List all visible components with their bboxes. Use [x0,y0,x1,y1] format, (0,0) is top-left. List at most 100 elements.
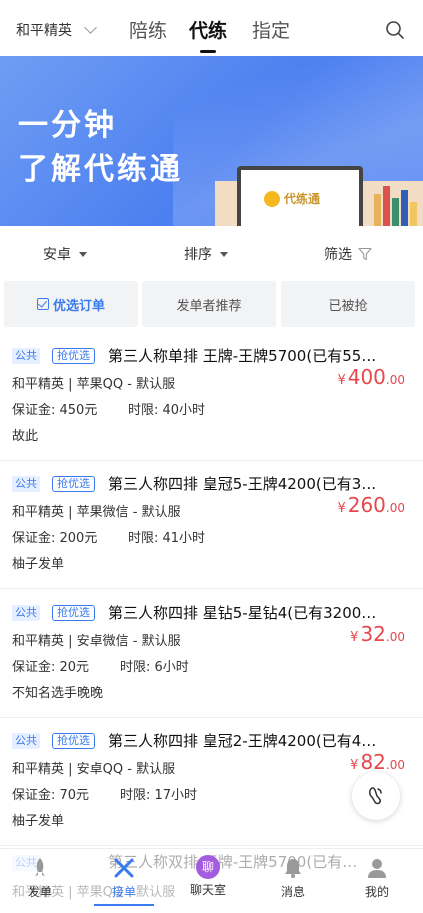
funnel-icon [358,247,372,261]
nav-take-label: 接单 [111,885,136,899]
nav-messages-label: 消息 [280,885,305,899]
price-decimal: .00 [385,373,405,387]
order-price: ¥ 82 .00 [350,750,405,774]
order-price: ¥ 260 .00 [337,493,405,517]
search-icon[interactable] [385,20,405,40]
order-time-limit: 时限: 6小时 [120,660,189,675]
price-integer: 82 [360,750,386,774]
filter-bar: 安卓 排序 筛选 [0,226,423,280]
order-price: ¥ 400 .00 [337,365,405,389]
price-currency: ¥ [350,758,359,773]
order-title: 第三人称单排 王牌-王牌5700(已有55… [108,347,377,365]
order-deposit: 保证金: 200元 [12,531,98,546]
grab-featured-tag: 抢优选 [52,733,95,749]
game-selector-label: 和平精英 [16,23,72,39]
price-decimal: .00 [385,758,405,772]
top-nav: 和平精英 陪练 代练 指定 [0,0,423,56]
segment-featured-label: 优选订单 [52,298,105,314]
segment-recommended-label: 发单者推荐 [176,298,242,314]
banner-headline-1: 一分钟 [18,108,117,143]
rocket-icon [35,858,45,876]
caret-down-icon [79,251,87,257]
screen-filter-label: 筛选 [324,247,352,263]
segment-publisher-recommended[interactable]: 发单者推荐 [142,281,276,327]
tab-companion[interactable]: 陪练 [129,16,167,43]
bottom-tab-bar: 公共 第三人称双排 王牌-王牌5700(已有… 和平精英 | 苹果QQ - 默认… [0,848,423,913]
nav-profile[interactable]: 我的 [347,855,407,900]
order-game-line: 和平精英 | 安卓微信 - 默认服 [12,634,181,649]
segment-taken[interactable]: 已被抢 [281,281,415,327]
price-integer: 260 [347,493,386,517]
platform-filter[interactable]: 安卓 [43,244,87,264]
public-tag: 公共 [12,348,40,364]
chat-badge-icon: 聊 [196,855,220,879]
order-game-line: 和平精英 | 苹果QQ - 默认服 [12,377,176,392]
sort-filter-label: 排序 [184,247,212,263]
grab-featured-tag: 抢优选 [52,348,95,364]
sort-filter[interactable]: 排序 [184,244,228,264]
grab-featured-tag: 抢优选 [52,476,95,492]
nav-publish-label: 发单 [27,885,52,899]
monitor-logo: 代练通 [264,190,320,207]
price-currency: ¥ [337,373,346,388]
order-deposit: 保证金: 70元 [12,788,90,803]
order-price: ¥ 32 .00 [350,622,405,646]
order-item[interactable]: 公共 抢优选 第三人称四排 皇冠5-王牌4200(已有3… 和平精英 | 苹果微… [0,461,423,589]
order-time-limit: 时限: 40小时 [128,403,206,418]
order-note: 故此 [12,429,39,444]
game-selector[interactable]: 和平精英 [16,20,97,40]
crossed-swords-icon [114,858,134,878]
order-item[interactable]: 公共 抢优选 第三人称四排 星钻5-星钻4(已有3200… 和平精英 | 安卓微… [0,590,423,718]
order-title: 第三人称四排 皇冠2-王牌4200(已有4… [108,732,377,750]
price-integer: 400 [347,365,386,389]
nav-chatroom[interactable]: 聊 聊天室 [178,855,238,898]
public-tag: 公共 [12,476,40,492]
floating-footprint-button[interactable] [352,772,400,820]
order-time-limit: 时限: 17小时 [120,788,198,803]
nav-messages[interactable]: 消息 [263,855,323,900]
order-time-limit: 时限: 41小时 [128,531,206,546]
nav-take-order[interactable]: 接单 [94,855,154,906]
public-tag: 公共 [12,605,40,621]
order-note: 柚子发单 [12,557,65,572]
order-title: 第三人称四排 皇冠5-王牌4200(已有3… [108,475,377,493]
tab-designated[interactable]: 指定 [252,16,290,43]
monitor-logo-text: 代练通 [284,192,321,206]
logo-mark-icon [264,190,280,207]
price-integer: 32 [360,622,386,646]
order-deposit: 保证金: 20元 [12,660,90,675]
active-nav-underline [94,904,154,906]
tab-boosting[interactable]: 代练 [189,16,227,43]
checkbox-icon [36,298,49,310]
segment-featured-orders[interactable]: 优选订单 [4,281,138,327]
public-tag: 公共 [12,733,40,749]
nav-publish-order[interactable]: 发单 [10,855,70,900]
nav-profile-label: 我的 [364,885,389,899]
banner-headline-2b: 代练通 [84,152,183,187]
caret-down-icon [220,251,228,257]
books-illustration [372,186,417,226]
footprint-icon [369,787,382,805]
banner-headline-2: 了解代练通 [18,144,183,188]
order-deposit: 保证金: 450元 [12,403,98,418]
order-item[interactable]: 公共 抢优选 第三人称单排 王牌-王牌5700(已有55… 和平精英 | 苹果Q… [0,333,423,461]
order-title: 第三人称四排 星钻5-星钻4(已有3200… [108,604,377,622]
segment-taken-label: 已被抢 [328,298,368,314]
active-tab-indicator [200,50,216,53]
bell-icon [285,859,301,878]
screen-filter[interactable]: 筛选 [324,244,372,264]
user-icon [368,859,386,878]
grab-featured-tag: 抢优选 [52,605,95,621]
price-decimal: .00 [385,630,405,644]
price-currency: ¥ [350,630,359,645]
chevron-down-icon [84,21,97,34]
order-game-line: 和平精英 | 苹果微信 - 默认服 [12,505,181,520]
nav-chatroom-label: 聊天室 [189,883,226,897]
price-currency: ¥ [337,501,346,516]
promo-banner[interactable]: 一分钟 了解代练通 代练通 [0,56,423,226]
order-game-line: 和平精英 | 安卓QQ - 默认服 [12,762,176,777]
banner-headline-2a: 了解 [18,152,84,187]
platform-filter-label: 安卓 [43,247,71,263]
order-note: 柚子发单 [12,814,65,829]
price-decimal: .00 [385,501,405,515]
